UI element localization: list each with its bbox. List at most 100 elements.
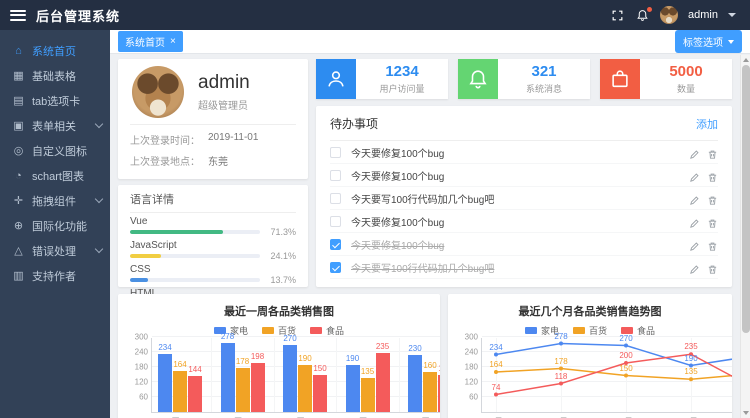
stat-label: 数量 xyxy=(677,82,695,95)
bar-value-label: 278 xyxy=(208,332,248,341)
delete-icon[interactable] xyxy=(707,147,718,158)
y-axis-tick: 120 xyxy=(465,378,478,387)
bar-百货-周二 xyxy=(236,368,250,413)
chevron-down-icon xyxy=(95,195,103,203)
point-value-label: 74 xyxy=(481,383,511,392)
sidebar-item-tab[interactable]: ▤ tab选项卡 xyxy=(0,88,110,113)
stat-label: 用户访问量 xyxy=(379,82,424,95)
table-icon: ▦ xyxy=(12,69,25,82)
language-row: Vue71.3% xyxy=(130,216,296,237)
sidebar-item-drag[interactable]: ✛拖拽组件 xyxy=(0,188,110,213)
progress-bar-track xyxy=(130,278,260,282)
chevron-down-icon[interactable] xyxy=(728,13,736,17)
legend-color-chip xyxy=(525,327,537,334)
language-card: 语言详情 Vue71.3%JavaScript24.1%CSS13.7%HTML… xyxy=(118,185,308,287)
sidebar-item-form[interactable]: ▣表单相关 xyxy=(0,113,110,138)
edit-icon[interactable] xyxy=(689,239,700,250)
todo-checkbox[interactable] xyxy=(330,216,341,227)
header-username[interactable]: admin xyxy=(688,9,718,21)
bar-食品-周三 xyxy=(313,375,327,413)
progress-bar-track xyxy=(130,230,260,234)
delete-icon[interactable] xyxy=(707,216,718,227)
profile-role: 超级管理员 xyxy=(198,97,250,112)
bar-value-label: 190 xyxy=(285,354,325,363)
hamburger-icon[interactable] xyxy=(10,10,26,21)
language-row: JavaScript24.1% xyxy=(130,240,296,261)
delete-icon[interactable] xyxy=(707,262,718,273)
scrollbar[interactable] xyxy=(740,55,750,418)
sidebar-item-label: 支持作者 xyxy=(32,268,102,284)
delete-icon[interactable] xyxy=(707,193,718,204)
sidebar-item-label: 系统首页 xyxy=(32,43,102,59)
close-icon[interactable]: × xyxy=(170,37,176,47)
sidebar-item-i18n[interactable]: ⊕国际化功能 xyxy=(0,213,110,238)
sidebar-item-label: 基础表格 xyxy=(32,68,102,84)
sidebar-item-table[interactable]: ▦ 基础表格 xyxy=(0,63,110,88)
edit-icon[interactable] xyxy=(689,216,700,227)
y-axis-tick: 120 xyxy=(135,378,148,387)
chevron-down-icon xyxy=(728,40,734,44)
legend-color-chip xyxy=(310,327,322,334)
line-chart-title: 最近几个月各品类销售趋势图 xyxy=(448,303,732,319)
stat-card-quantity[interactable]: 5000 数量 xyxy=(600,59,732,99)
profile-name: admin xyxy=(198,72,250,94)
bar-value-label: 270 xyxy=(270,334,310,343)
todo-item: 今天要修复100个bug xyxy=(330,233,718,256)
last-login-place-label: 上次登录地点： xyxy=(130,153,208,168)
edit-icon[interactable] xyxy=(689,262,700,273)
stat-value: 1234 xyxy=(385,63,418,80)
point-value-label: 270 xyxy=(611,334,641,343)
scroll-up-arrow[interactable] xyxy=(743,58,749,62)
tab-home[interactable]: 系统首页 × xyxy=(118,31,183,52)
fullscreen-icon[interactable] xyxy=(610,8,625,23)
todo-add-link[interactable]: 添加 xyxy=(696,116,718,132)
todo-card: 待办事项 添加 今天要修复100个bug今天要修复100个bug今天要写100行… xyxy=(316,106,732,287)
point-value-label: 164 xyxy=(481,360,511,369)
point-value-label: 118 xyxy=(546,372,576,381)
todo-item: 今天要修复100个bug xyxy=(330,210,718,233)
delete-icon[interactable] xyxy=(707,170,718,181)
globe-icon: ⊕ xyxy=(12,219,25,232)
y-axis-tick: 180 xyxy=(465,363,478,372)
y-axis-tick: 180 xyxy=(135,363,148,372)
point-value-label: 278 xyxy=(546,332,576,341)
tabs-icon: ▤ xyxy=(12,94,25,107)
support-icon: ▥ xyxy=(12,269,25,282)
stat-card-messages[interactable]: 321系统消息 xyxy=(458,59,590,99)
scrollbar-thumb[interactable] xyxy=(742,65,750,333)
edit-icon[interactable] xyxy=(689,170,700,181)
language-row: CSS13.7% xyxy=(130,264,296,285)
bar-食品-周二 xyxy=(251,363,265,413)
todo-checkbox[interactable] xyxy=(330,239,341,250)
sidebar-item-icon[interactable]: ◎自定义图标 xyxy=(0,138,110,163)
bar-value-label: 234 xyxy=(145,343,185,352)
todo-checkbox[interactable] xyxy=(330,147,341,158)
sidebar-item-charts[interactable]: ◔schart图表 xyxy=(0,163,110,188)
todo-checkbox[interactable] xyxy=(330,193,341,204)
edit-icon[interactable] xyxy=(689,193,700,204)
warning-icon: △ xyxy=(12,244,25,257)
stat-card-visits[interactable]: 1234 用户访问量 xyxy=(316,59,448,99)
edit-icon[interactable] xyxy=(689,147,700,158)
tag-options-button[interactable]: 标签选项 xyxy=(675,30,742,53)
bar-value-label: 150 xyxy=(425,364,440,373)
header-avatar[interactable] xyxy=(660,6,678,24)
bar-食品-周五 xyxy=(438,375,440,413)
sidebar-item-label: tab选项卡 xyxy=(32,93,102,109)
sidebar: ⌂系统首页 ▦ 基础表格 ▤ tab选项卡 ▣表单相关◎自定义图标◔schart图表✛拖拽… xyxy=(0,30,110,418)
todo-text: 今天要写100行代码加几个bug吧 xyxy=(351,191,679,206)
sidebar-item-error[interactable]: △错误处理 xyxy=(0,238,110,263)
todo-checkbox[interactable] xyxy=(330,170,341,181)
todo-checkbox[interactable] xyxy=(330,262,341,273)
language-name: CSS xyxy=(130,264,296,275)
sidebar-item-home[interactable]: ⌂系统首页 xyxy=(0,38,110,63)
line-chart-plot: 6012018024030023427827019016417815013574… xyxy=(481,338,732,413)
stat-value: 5000 xyxy=(669,63,702,80)
todo-text: 今天要修复100个bug xyxy=(351,168,679,183)
scroll-down-arrow[interactable] xyxy=(743,411,749,415)
bell-icon[interactable] xyxy=(635,8,650,23)
delete-icon[interactable] xyxy=(707,239,718,250)
header-right: admin xyxy=(610,6,750,24)
sidebar-item-donate[interactable]: ▥ 支持作者 xyxy=(0,263,110,288)
todo-text: 今天要修复100个bug xyxy=(351,145,679,160)
